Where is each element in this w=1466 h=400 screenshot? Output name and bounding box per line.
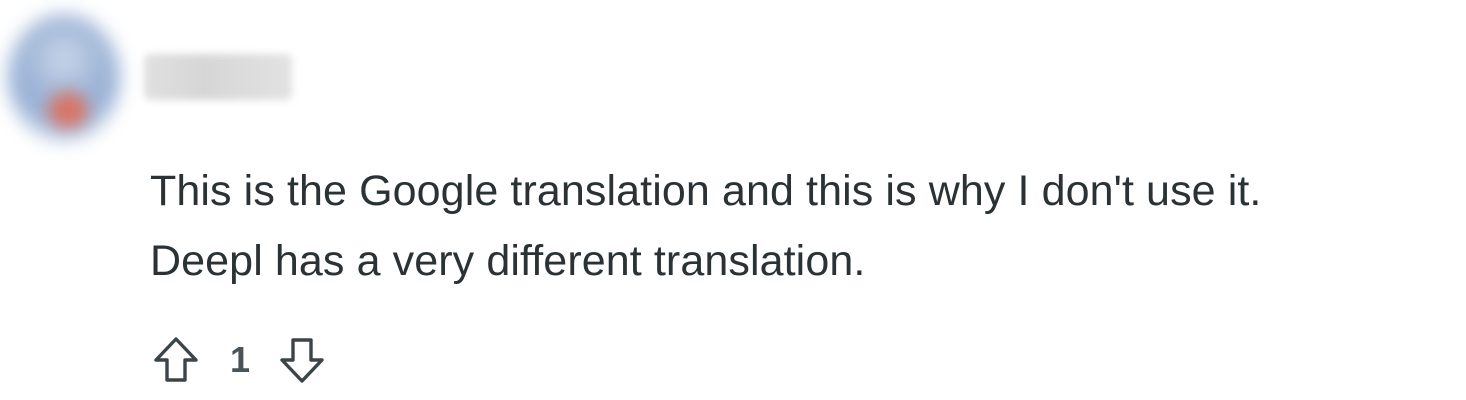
arrow-up-outline-icon (154, 337, 198, 382)
comment-body-line-2: Deepl has a very different translation. (150, 237, 866, 285)
arrow-down-outline-icon (280, 338, 324, 383)
downvote-button[interactable] (274, 332, 330, 388)
avatar-badge (48, 92, 88, 128)
username-redacted[interactable] (144, 54, 292, 100)
vote-score: 1 (230, 339, 251, 380)
upvote-button[interactable] (148, 332, 204, 388)
comment: This is the Google translation and this … (0, 0, 1466, 400)
comment-body: This is the Google translation and this … (150, 156, 1460, 296)
vote-bar: 1 (148, 332, 330, 388)
comment-body-line-1: This is the Google translation and this … (150, 167, 1262, 215)
